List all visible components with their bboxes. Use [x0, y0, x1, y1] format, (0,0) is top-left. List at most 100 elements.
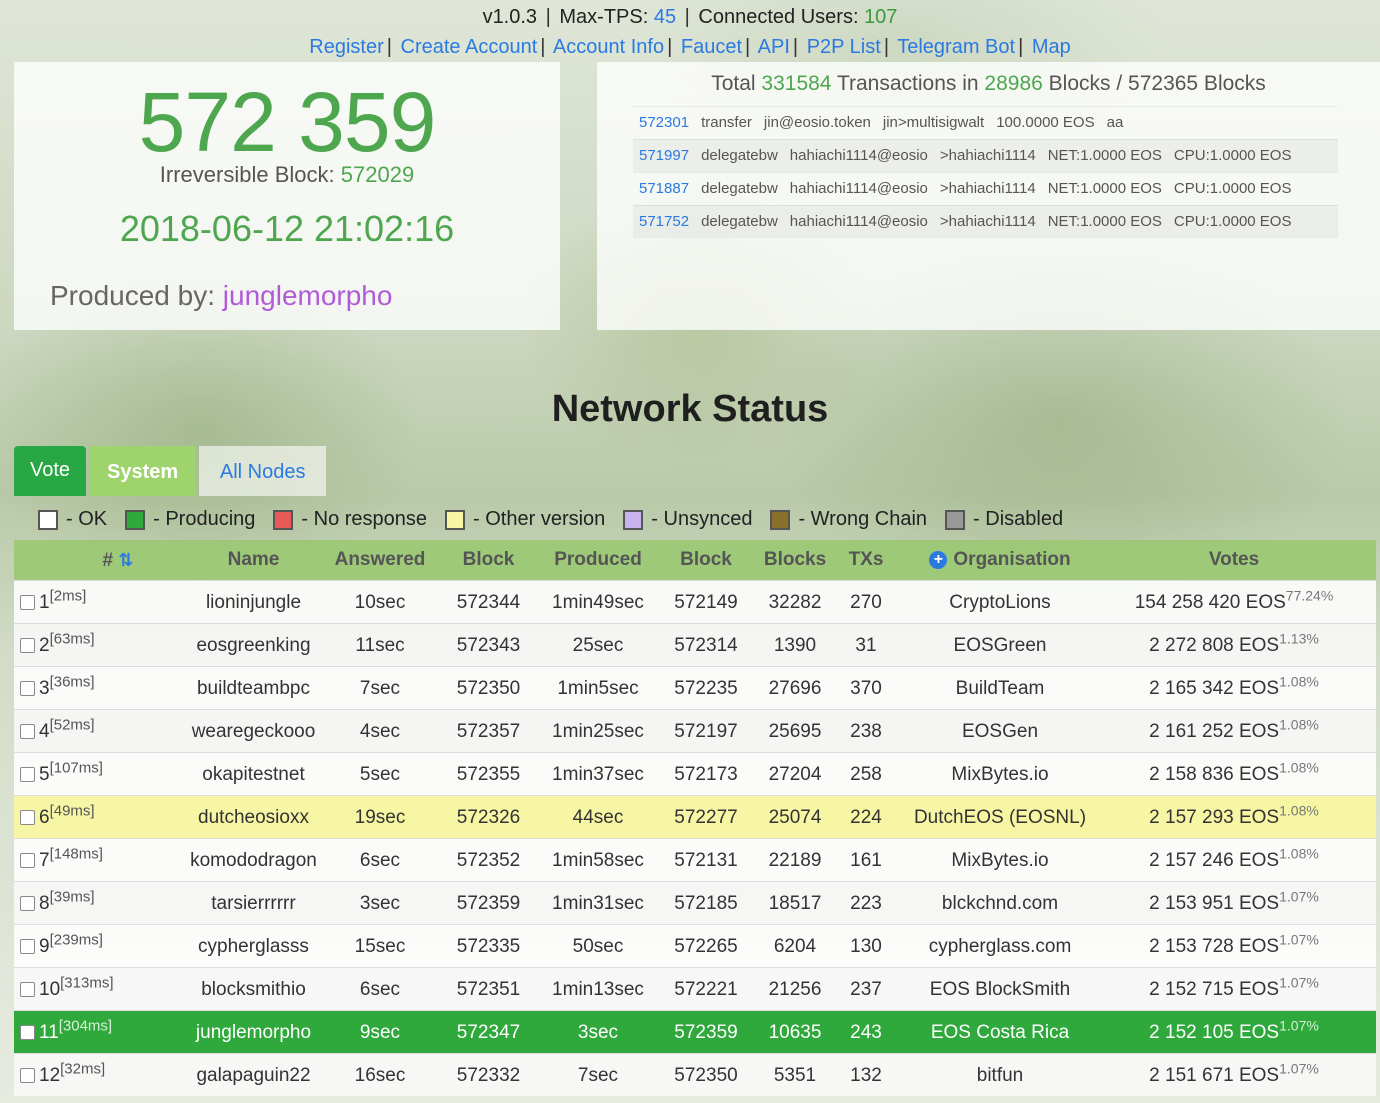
- votes-percent: 1.08%: [1279, 802, 1319, 819]
- organisation-cell[interactable]: MixBytes.io: [900, 753, 1100, 795]
- table-row[interactable]: 2[63ms] eosgreenking 11sec 572343 25sec 57231…: [14, 623, 1376, 666]
- nav-register-link[interactable]: Register: [309, 36, 383, 58]
- txs-cell: 237: [850, 979, 882, 1000]
- col-header-organisation[interactable]: + Organisation: [900, 540, 1100, 580]
- row-checkbox[interactable]: [20, 1025, 35, 1041]
- row-checkbox[interactable]: [20, 939, 35, 955]
- col-header-blocks[interactable]: Blocks: [758, 540, 832, 580]
- rank-number: 2: [39, 635, 50, 656]
- producer-name[interactable]: lioninjungle: [182, 581, 325, 623]
- table-row[interactable]: 3[36ms] buildteambpc 7sec 572350 1min5sec 572…: [14, 666, 1376, 709]
- irreversible-value: 572029: [340, 162, 415, 187]
- row-checkbox[interactable]: [20, 982, 35, 998]
- table-row[interactable]: 8[39ms] tarsierrrrrr 3sec 572359 1min31sec 57…: [14, 881, 1376, 924]
- row-checkbox[interactable]: [20, 595, 35, 611]
- votes-cell: 2 157 293 EOS1.08%: [1100, 796, 1368, 838]
- producer-name[interactable]: junglemorpho: [182, 1011, 325, 1053]
- tab-vote[interactable]: Vote: [14, 446, 87, 496]
- latency: [32ms]: [60, 1060, 106, 1078]
- row-checkbox[interactable]: [20, 810, 35, 826]
- txs-cell: 224: [850, 807, 882, 828]
- answered-cell: 6sec: [359, 850, 401, 871]
- row-checkbox[interactable]: [20, 767, 35, 783]
- block-cell: 572359: [456, 893, 521, 914]
- col-header-last-block[interactable]: Block: [654, 540, 758, 580]
- row-checkbox[interactable]: [20, 681, 35, 697]
- organisation-cell[interactable]: bitfun: [900, 1054, 1100, 1096]
- col-header-txs[interactable]: TXs: [832, 540, 900, 580]
- producer-name[interactable]: dutcheosioxx: [182, 796, 325, 838]
- table-row[interactable]: 7[148ms] komododragon 6sec 572352 1min58sec 5…: [14, 838, 1376, 881]
- tx-target: >hahiachi1114: [939, 213, 1036, 230]
- nav-api-link[interactable]: API: [758, 36, 790, 58]
- nav-telegram-bot-link[interactable]: Telegram Bot: [897, 36, 1015, 58]
- producer-name[interactable]: tarsierrrrrr: [182, 882, 325, 924]
- producer-name[interactable]: komododragon: [182, 839, 325, 881]
- table-row[interactable]: 6[49ms] dutcheosioxx 19sec 572326 44sec 57227…: [14, 795, 1376, 838]
- nav-map-link[interactable]: Map: [1032, 36, 1071, 58]
- nav-account-info-link[interactable]: Account Info: [553, 36, 664, 58]
- col-header-name[interactable]: Name: [182, 540, 325, 580]
- table-row[interactable]: 1[2ms] lioninjungle 10sec 572344 1min49sec 57…: [14, 580, 1376, 623]
- table-row[interactable]: 4[52ms] wearegeckooo 4sec 572357 1min25sec 57…: [14, 709, 1376, 752]
- organisation-cell[interactable]: EOS BlockSmith: [900, 968, 1100, 1010]
- rank-number: 9: [39, 936, 50, 957]
- organisation-cell[interactable]: DutchEOS (EOSNL): [900, 796, 1100, 838]
- nav-faucet-link[interactable]: Faucet: [681, 36, 742, 58]
- tab-system[interactable]: System: [89, 446, 197, 496]
- col-header-rank[interactable]: # ⇅: [14, 540, 182, 580]
- producer-name[interactable]: galapaguin22: [182, 1054, 325, 1096]
- producer-name[interactable]: okapitestnet: [182, 753, 325, 795]
- transactions-summary: Total 331584 Transactions in 28986 Block…: [597, 72, 1380, 96]
- producer-name[interactable]: blocksmithio: [182, 968, 325, 1010]
- produced-cell: 1min31sec: [552, 893, 644, 914]
- latency: [148ms]: [49, 845, 103, 863]
- blocks-cell: 10635: [768, 1022, 822, 1043]
- table-row[interactable]: 11[304ms] junglemorpho 9sec 572347 3sec 57235…: [14, 1010, 1376, 1053]
- legend-item-wrong-chain: - Wrong Chain: [770, 508, 927, 531]
- col-header-answered[interactable]: Answered: [325, 540, 435, 580]
- organisation-cell[interactable]: EOSGen: [900, 710, 1100, 752]
- producer-name[interactable]: cypherglasss: [182, 925, 325, 967]
- row-checkbox[interactable]: [20, 896, 35, 912]
- nav-p2p-list-link[interactable]: P2P List: [807, 36, 881, 58]
- producer-name[interactable]: wearegeckooo: [182, 710, 325, 752]
- producer-name[interactable]: eosgreenking: [182, 624, 325, 666]
- row-checkbox[interactable]: [20, 853, 35, 869]
- tx-action: delegatebw: [701, 180, 778, 197]
- organisation-cell[interactable]: EOSGreen: [900, 624, 1100, 666]
- tx-block-link[interactable]: 571887: [639, 173, 689, 205]
- votes-value: 2 152 105 EOS: [1149, 1022, 1280, 1043]
- total-prefix: Total: [711, 72, 756, 95]
- organisation-cell[interactable]: CryptoLions: [900, 581, 1100, 623]
- legend-swatch: [770, 509, 791, 530]
- organisation-cell[interactable]: BuildTeam: [900, 667, 1100, 709]
- col-header-block[interactable]: Block: [435, 540, 542, 580]
- txs-cell: 270: [850, 592, 882, 613]
- tab-all-nodes[interactable]: All Nodes: [199, 446, 327, 496]
- row-checkbox[interactable]: [20, 638, 35, 654]
- tx-block-link[interactable]: 571997: [639, 140, 689, 172]
- produced-cell: 7sec: [577, 1065, 619, 1086]
- table-row[interactable]: 12[32ms] galapaguin22 16sec 572332 7sec 57235…: [14, 1053, 1376, 1096]
- organisation-cell[interactable]: cypherglass.com: [900, 925, 1100, 967]
- answered-cell: 15sec: [354, 936, 406, 957]
- table-row[interactable]: 10[313ms] blocksmithio 6sec 572351 1min13sec…: [14, 967, 1376, 1010]
- votes-cell: 2 153 728 EOS1.07%: [1100, 925, 1368, 967]
- table-row[interactable]: 5[107ms] okapitestnet 5sec 572355 1min37sec 5…: [14, 752, 1376, 795]
- row-checkbox[interactable]: [20, 724, 35, 740]
- col-header-produced[interactable]: Produced: [542, 540, 654, 580]
- organisation-cell[interactable]: blckchnd.com: [900, 882, 1100, 924]
- organisation-cell[interactable]: EOS Costa Rica: [900, 1011, 1100, 1053]
- nav-create-account-link[interactable]: Create Account: [401, 36, 538, 58]
- col-header-votes[interactable]: Votes: [1100, 540, 1368, 580]
- organisation-cell[interactable]: MixBytes.io: [900, 839, 1100, 881]
- plus-circle-icon[interactable]: +: [929, 550, 948, 569]
- tx-amount: NET:1.0000 EOS: [1047, 180, 1162, 197]
- sort-icon[interactable]: ⇅: [118, 550, 133, 570]
- row-checkbox[interactable]: [20, 1068, 35, 1084]
- tx-block-link[interactable]: 571752: [639, 206, 689, 238]
- producer-name[interactable]: buildteambpc: [182, 667, 325, 709]
- table-row[interactable]: 9[239ms] cypherglasss 15sec 572335 50sec 5722…: [14, 924, 1376, 967]
- tx-block-link[interactable]: 572301: [639, 107, 689, 139]
